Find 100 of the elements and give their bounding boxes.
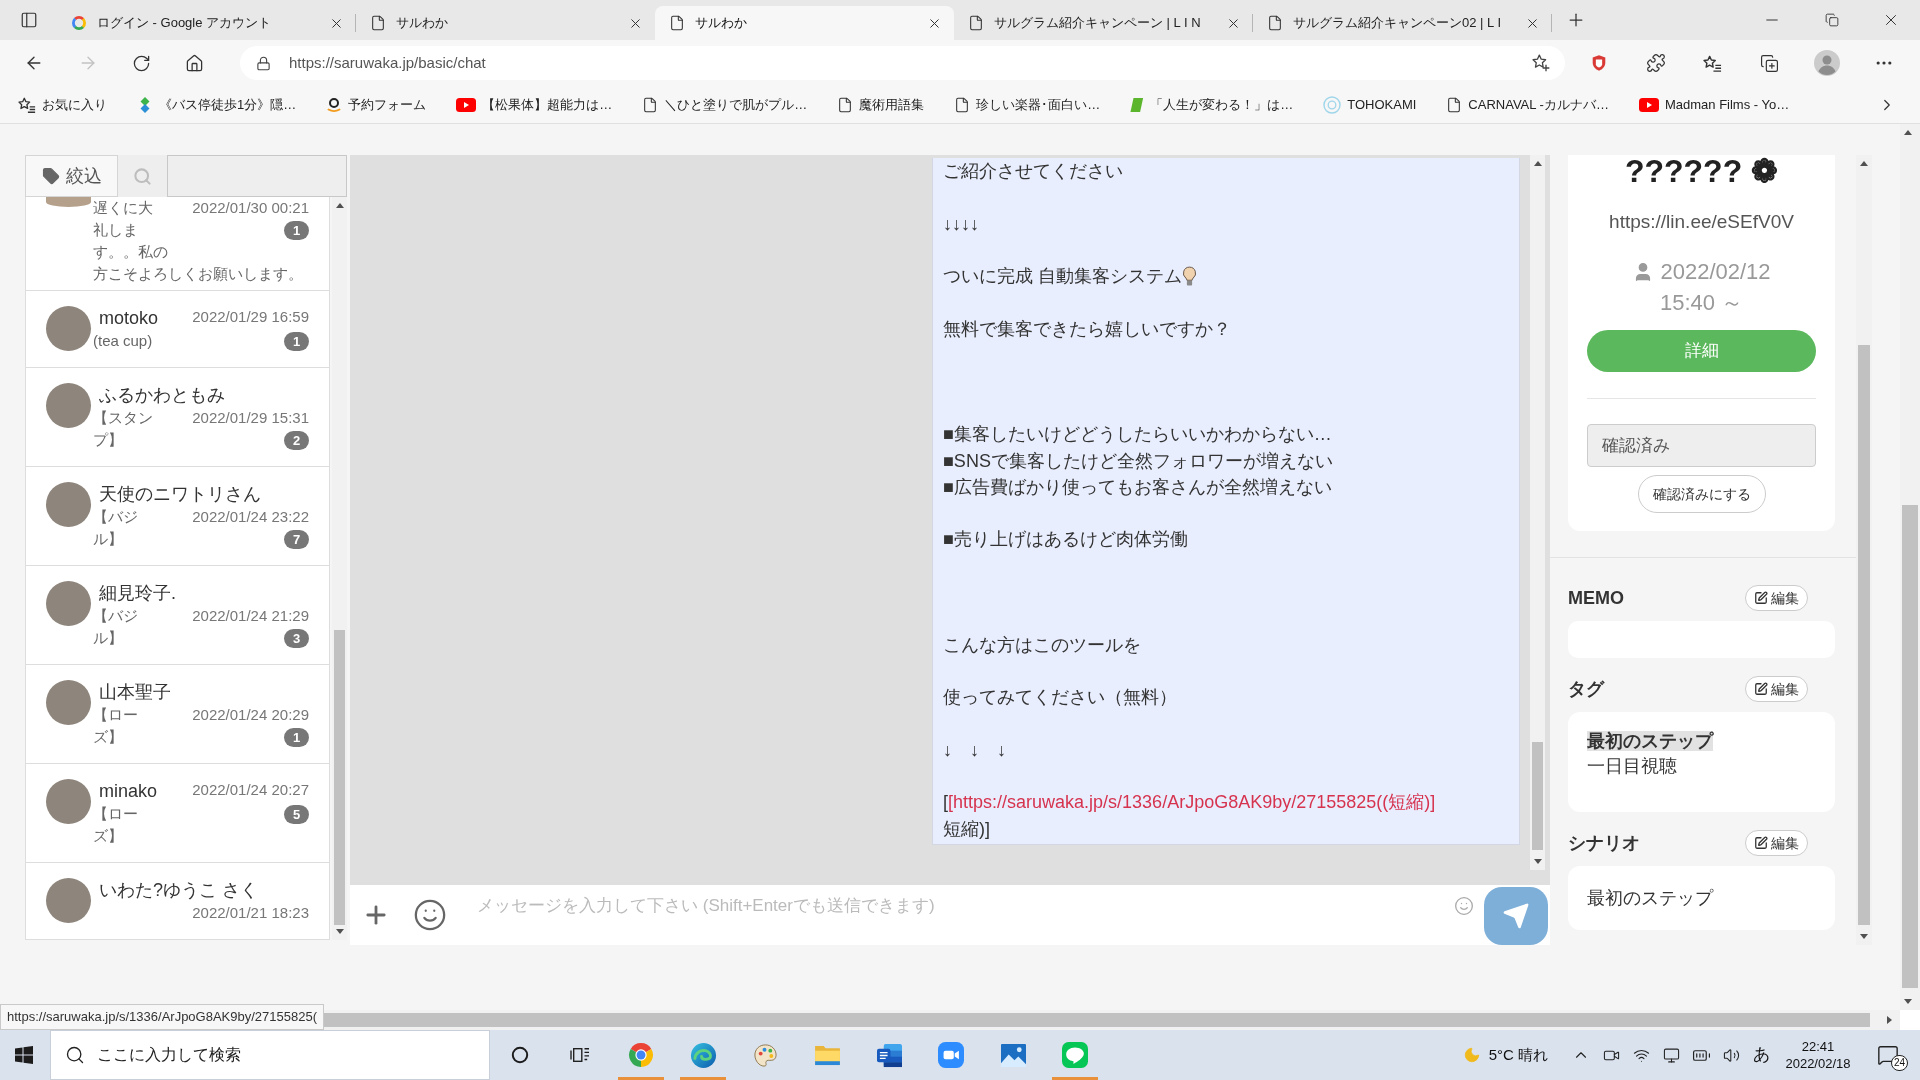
bookmark-link[interactable]: 魔術用語集 (837, 94, 925, 115)
unread-count: 1 (284, 728, 309, 747)
chat-list-item[interactable]: 山本聖子 【ローズ】 2022/01/24 20:29 1 (26, 665, 329, 764)
reload-icon[interactable] (132, 53, 151, 73)
weather-text[interactable]: 5°C 晴れ (1488, 1043, 1548, 1067)
bookmark-link[interactable]: TOHOKAMI (1323, 94, 1417, 115)
task-view-icon[interactable] (570, 1046, 590, 1064)
scroll-up-icon[interactable] (1860, 161, 1868, 166)
star-list-icon[interactable] (1703, 53, 1722, 73)
contact-name: motoko (99, 307, 159, 330)
address-field[interactable]: https://saruwaka.jp/basic/chat (240, 46, 1565, 80)
scenario-name: 最初のステップ (1587, 886, 1713, 910)
message-line: ↓↓↓↓ (943, 212, 980, 236)
play-button-icon (456, 97, 477, 112)
unread-count: 3 (284, 629, 309, 648)
browser-tab[interactable]: ログイン - Google アカウント (57, 6, 356, 40)
browser-tab[interactable]: サルグラム紹介キャンペーン02 | L I (1253, 6, 1552, 40)
double-ring-icon (1323, 95, 1342, 114)
chat-list-item[interactable]: 天使のニワトリさん 【バジル】 2022/01/24 23:22 7 (26, 467, 329, 566)
scrollbar-thumb[interactable] (334, 630, 345, 925)
scroll-up-icon[interactable] (1534, 161, 1542, 166)
bookmark-link[interactable]: 【松果体】超能力は… (456, 94, 613, 115)
browser-tab[interactable]: サルわか (356, 6, 655, 40)
avatar-photo (46, 482, 91, 527)
scroll-right-icon[interactable] (1887, 1016, 1892, 1024)
folder-icon (813, 1044, 841, 1066)
scroll-down-icon[interactable] (1904, 999, 1912, 1004)
browser-tab[interactable]: サルわか (655, 6, 954, 40)
scrollbar-thumb[interactable] (1532, 742, 1543, 850)
section-title: タグ (1568, 677, 1604, 701)
chat-list-item[interactable]: 細見玲子. 【バジル】 2022/01/24 21:29 3 (26, 566, 329, 665)
circle-icon[interactable] (511, 1046, 529, 1064)
speaker-icon[interactable] (1722, 1046, 1740, 1064)
star-plus-icon[interactable] (1531, 53, 1551, 73)
message-preview: 方こそよろしくお願いします。 (93, 264, 303, 284)
bookmark-link[interactable]: お気に入り (18, 94, 107, 115)
lock-icon (256, 55, 271, 71)
video-camera-icon (938, 1042, 964, 1068)
profile-avatar-icon[interactable] (1813, 50, 1840, 76)
message-line: ■SNSで集客したけど全然フォロワーが増えない (943, 449, 1334, 473)
home-icon[interactable] (185, 53, 204, 73)
page-icon (968, 15, 984, 31)
page-icon (954, 96, 971, 113)
play-button-icon (1638, 97, 1659, 112)
bookmark-link[interactable]: CARNAVAL -カルナバ… (1446, 94, 1609, 115)
page-icon (837, 96, 854, 113)
chat-list-item[interactable]: ふるかわともみ 【スタンプ】 2022/01/29 15:31 2 (26, 368, 329, 467)
message-preview: 【バジル】 (93, 507, 139, 549)
collections-icon[interactable] (1760, 53, 1779, 73)
edit-button[interactable]: 編集 (1745, 676, 1808, 702)
edit-button[interactable]: 編集 (1745, 830, 1808, 856)
contact-name: 細見玲子. (99, 582, 176, 605)
bookmark-link[interactable]: ＼ひと塗りで肌がプル… (642, 94, 808, 115)
scroll-down-icon[interactable] (1860, 934, 1868, 939)
link-preview-tooltip: https://saruwaka.jp/s/1336/ArJpoG8AK9by/27155825( (0, 1004, 325, 1030)
edit-button[interactable]: 編集 (1745, 585, 1808, 611)
page-icon (370, 15, 386, 31)
bookmark-link[interactable]: Madman Films - Yo… (1638, 94, 1790, 115)
chat-list-item[interactable]: いわた?ゆうこ さく 2022/01/21 18:23 (26, 863, 329, 939)
message-preview: 【バジル】 (93, 606, 139, 648)
profile-url: https://lin.ee/eSEfV0V (1609, 210, 1794, 234)
chat-list-item[interactable]: minako 2022/01/24 20:27 【ローズ】 5 (26, 764, 329, 863)
avatar-photo (46, 383, 91, 428)
four-squares-icon[interactable] (15, 1046, 33, 1064)
message-line: こんな方はこのツールを (943, 633, 1142, 657)
monitor-icon[interactable] (1662, 1046, 1680, 1064)
message-date: 2022/01/30 00:21 (191, 198, 309, 218)
edit-icon (1754, 682, 1768, 696)
filter-button[interactable]: 絞込 (25, 155, 118, 197)
browser-tab[interactable]: サルグラム紹介キャンペーン | L I N (954, 6, 1253, 40)
tab-actions-icon[interactable] (19, 11, 38, 29)
clock-date[interactable]: 2022/02/18 (1785, 1055, 1851, 1072)
chat-list-item[interactable]: 遅くに大礼しま 2022/01/30 00:21 1 す。。私の 方こそよろしくお願いします。 (26, 197, 329, 291)
bookmark-link[interactable]: 「人生が変わる！」は… (1130, 94, 1294, 115)
scroll-up-icon[interactable] (336, 203, 344, 208)
restore-icon[interactable] (1825, 13, 1839, 27)
bookmark-link[interactable]: 《バス停徒歩1分》隠… (137, 94, 297, 115)
emoji-icon[interactable] (413, 898, 447, 932)
message-preview: 【ローズ】 (93, 705, 139, 747)
message-line: 無料で集客できたら嬉しいですか？ (943, 318, 1232, 342)
search-field[interactable] (167, 155, 347, 197)
scroll-up-icon[interactable] (1904, 130, 1912, 135)
chat-list-item[interactable]: motoko 2022/01/29 16:59 (tea cup) 1 (26, 291, 329, 368)
scroll-down-icon[interactable] (336, 929, 344, 934)
follow-date: 2022/02/12 (1660, 259, 1771, 285)
scroll-down-icon[interactable] (1534, 859, 1542, 864)
clock-time[interactable]: 22:41 (1801, 1038, 1835, 1055)
confirm-button[interactable]: 確認済みにする (1637, 475, 1766, 513)
bookmark-link[interactable]: 予約フォーム (326, 94, 427, 115)
message-composer[interactable]: メッセージを入力して下さい (Shift+Enterでも送信できます) (350, 885, 1550, 945)
input-mode-indicator[interactable]: あ (1746, 1042, 1776, 1068)
scrollbar-thumb[interactable] (1858, 345, 1870, 925)
puzzle-icon[interactable] (1645, 53, 1666, 73)
short-link[interactable]: [https://saruwaka.jp/s/1336/ArJpoG8AK9by/27155825((短縮)] (948, 792, 1436, 813)
page-icon (1267, 15, 1283, 31)
bookmark-link[interactable]: 珍しい楽器･面白い… (954, 94, 1101, 115)
scrollbar-thumb[interactable] (1902, 505, 1918, 988)
avatar-photo (46, 878, 91, 923)
tag-group-label: 最初のステップ (1587, 731, 1713, 751)
message-date: 2022/01/24 21:29 (191, 606, 309, 626)
